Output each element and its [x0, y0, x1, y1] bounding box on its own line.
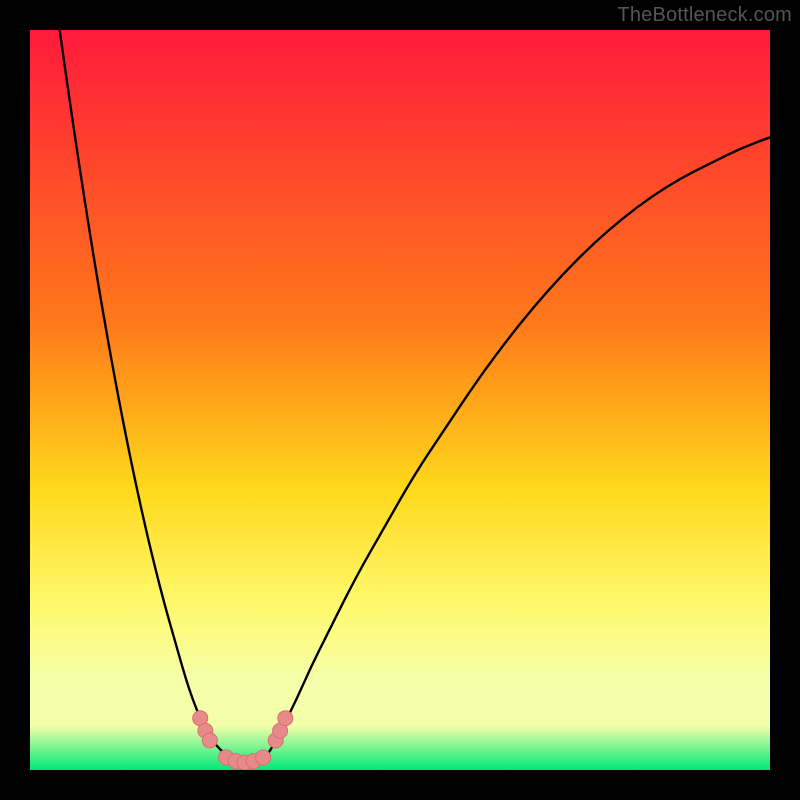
chart-frame: TheBottleneck.com	[0, 0, 800, 800]
watermark-text: TheBottleneck.com	[617, 4, 792, 27]
gradient-background	[30, 30, 770, 770]
data-marker	[256, 750, 271, 765]
data-marker	[278, 711, 293, 726]
chart-svg	[30, 30, 770, 770]
plot-area	[30, 30, 770, 770]
data-marker	[202, 733, 217, 748]
